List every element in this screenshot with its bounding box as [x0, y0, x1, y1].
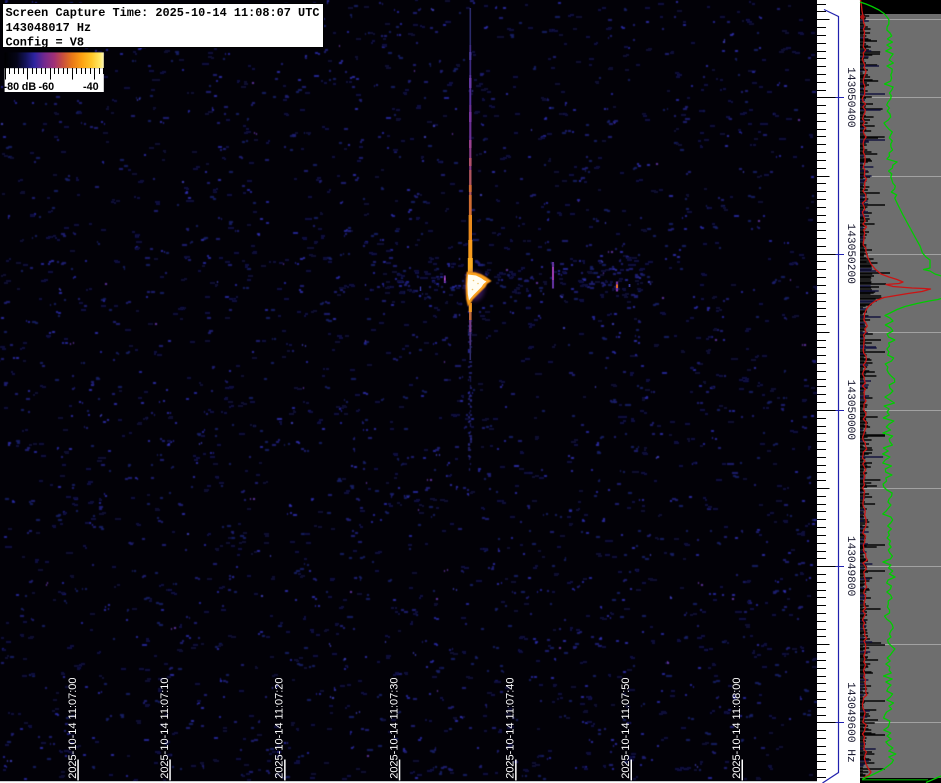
svg-text:dB: dB	[22, 81, 37, 93]
svg-text:Screen Capture Time: 2025-10-1: Screen Capture Time: 2025-10-14 11:08:07…	[6, 6, 320, 20]
svg-text:-80: -80	[4, 81, 20, 93]
svg-text:143048017 Hz: 143048017 Hz	[6, 21, 92, 35]
svg-text:2025-10-14 11:07:00: 2025-10-14 11:07:00	[67, 677, 79, 778]
svg-text:2025-10-14 11:07:30: 2025-10-14 11:07:30	[388, 677, 400, 778]
svg-text:143049800: 143049800	[844, 536, 856, 597]
svg-text:2025-10-14 11:07:20: 2025-10-14 11:07:20	[274, 677, 286, 778]
svg-text:143050200: 143050200	[844, 223, 856, 284]
svg-text:-60: -60	[39, 81, 55, 93]
svg-text:143050400: 143050400	[844, 67, 856, 128]
svg-text:-40: -40	[83, 81, 99, 93]
svg-text:143050000: 143050000	[844, 380, 856, 441]
svg-text:143049600 Hz: 143049600 Hz	[844, 682, 856, 763]
svg-text:2025-10-14 11:08:00: 2025-10-14 11:08:00	[731, 677, 743, 778]
svg-text:2025-10-14 11:07:10: 2025-10-14 11:07:10	[159, 677, 171, 778]
svg-text:2025-10-14 11:07:50: 2025-10-14 11:07:50	[620, 677, 632, 778]
svg-text:2025-10-14 11:07:40: 2025-10-14 11:07:40	[505, 677, 517, 778]
svg-text:Config = V8: Config = V8	[6, 36, 85, 50]
